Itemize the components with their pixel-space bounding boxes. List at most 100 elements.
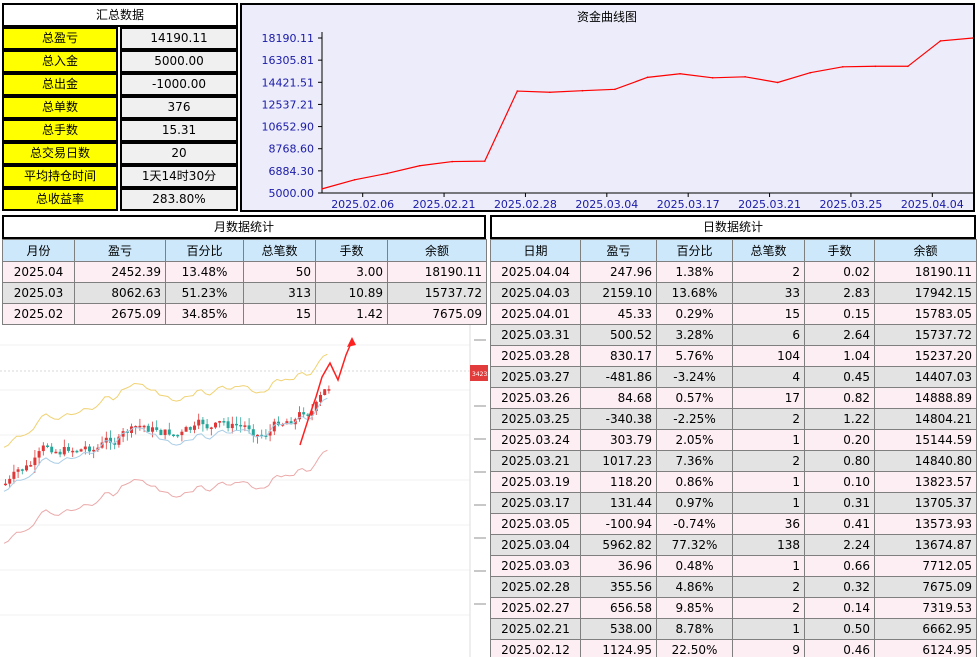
equity-point [418,164,421,167]
table-cell: 2159.10 [580,282,657,304]
summary-value: 15.31 [120,119,238,142]
table-cell: 0.46 [804,639,875,657]
table-cell: 6 [732,324,805,346]
table-row[interactable]: 2025.04 2452.39 13.48% 50 3.00 18190.11 [2,261,487,283]
y-tick-label: 12537.21 [262,98,315,111]
table-row[interactable]: 2025.03 8062.63 51.23% 313 10.89 15737.72 [2,282,487,304]
table-cell: 1 [732,618,805,640]
table-cell: 13.48% [165,261,244,283]
table-cell: 0.15 [804,303,875,325]
y-tick-label: 14421.51 [262,76,315,89]
table-cell: 0.57% [656,387,733,409]
price-axis-tick [474,438,486,440]
table-row[interactable]: 2025.02.28 355.56 4.86% 2 0.32 7675.09 [490,576,977,598]
column-header[interactable]: 手数 [804,239,875,262]
table-row[interactable]: 2025.02.21 538.00 8.78% 1 0.50 6662.95 [490,618,977,640]
summary-label: 平均持仓时间 [2,165,118,188]
candle-body [79,449,83,452]
column-header[interactable]: 百分比 [165,239,244,262]
y-tick-label: 6884.30 [269,165,315,178]
table-row[interactable]: 2025.04.04 247.96 1.38% 2 0.02 18190.11 [490,261,977,283]
table-cell: 131.44 [580,492,657,514]
table-row[interactable]: 2025.03.28 830.17 5.76% 104 1.04 15237.20 [490,345,977,367]
candle-body [88,446,91,452]
table-row[interactable]: 2025.02.12 1124.95 22.50% 9 0.46 6124.95 [490,639,977,657]
table-cell: 18190.11 [387,261,487,283]
table-cell: 2025.03.27 [490,366,581,388]
table-cell: 17942.15 [874,282,977,304]
table-row[interactable]: 2025.03.04 5962.82 77.32% 138 2.24 13674.87 [490,534,977,556]
column-header[interactable]: 盈亏 [74,239,166,262]
table-row[interactable]: 2025.03.17 131.44 0.97% 1 0.31 13705.37 [490,492,977,514]
column-header[interactable]: 手数 [315,239,388,262]
table-cell: 15237.20 [874,345,977,367]
price-axis-tick [474,603,486,605]
candle-body [176,434,180,437]
table-cell: 8.78% [656,618,733,640]
equity-point [549,91,551,94]
equity-curve-svg: 资金曲线图 18190.11 16305.81 14421.51 12537.21 106… [262,9,973,210]
candle-body [12,471,16,479]
candle-body [58,451,62,455]
table-cell: 5962.82 [580,534,657,556]
equity-point [907,65,909,68]
table-row[interactable]: 2025.03.24 303.79 2.05% 1 0.20 15144.59 [490,429,977,451]
column-header[interactable]: 百分比 [656,239,733,262]
table-row[interactable]: 2025.03.27 -481.86 -3.24% 4 0.45 14407.03 [490,366,977,388]
column-header[interactable]: 月份 [2,239,75,262]
summary-value: 20 [120,142,238,165]
table-row[interactable]: 2025.03.25 -340.38 -2.25% 2 1.22 14804.21 [490,408,977,430]
table-cell: 13.68% [656,282,733,304]
table-row[interactable]: 2025.03.03 36.96 0.48% 1 0.66 7712.05 [490,555,977,577]
equity-point [581,89,584,92]
summary-row: 总出金 -1000.00 [2,73,238,96]
table-cell: 17 [732,387,805,409]
column-header[interactable]: 总笔数 [732,239,805,262]
summary-row: 总收益率 283.80% [2,188,238,211]
table-row[interactable]: 2025.03.05 -100.94 -0.74% 36 0.41 13573.93 [490,513,977,535]
table-cell: 2 [732,576,805,598]
table-cell: 0.86% [656,471,733,493]
x-tick-label: 2025.03.21 [738,198,801,210]
equity-point [451,160,453,163]
candle-body [16,469,20,472]
column-header[interactable]: 余额 [387,239,487,262]
candle-body [188,427,192,430]
table-cell: 2025.03.28 [490,345,581,367]
candle-body [20,469,24,471]
table-row[interactable]: 2025.03.19 118.20 0.86% 1 0.10 13823.57 [490,471,977,493]
table-cell: 2025.02.21 [490,618,581,640]
candle-body [209,427,213,429]
column-header[interactable]: 日期 [490,239,581,262]
column-header[interactable]: 余额 [874,239,977,262]
table-row[interactable]: 2025.02.27 656.58 9.85% 2 0.14 7319.53 [490,597,977,619]
table-cell: 7712.05 [874,555,977,577]
table-cell: 34.85% [165,303,244,325]
price-axis-tick [474,504,486,506]
table-row[interactable]: 2025.03.31 500.52 3.28% 6 2.64 15737.72 [490,324,977,346]
table-cell: 138 [732,534,805,556]
summary-row: 总交易日数 20 [2,142,238,165]
table-row[interactable]: 2025.02 2675.09 34.85% 15 1.42 7675.09 [2,303,487,325]
table-cell: 2025.02.12 [490,639,581,657]
equity-point [321,188,323,190]
column-header[interactable]: 盈亏 [580,239,657,262]
summary-row: 总盈亏 14190.11 [2,27,238,50]
candle-body [226,421,230,429]
candle-body [50,446,54,453]
table-cell: 0.29% [656,303,733,325]
table-row[interactable]: 2025.03.21 1017.23 7.36% 2 0.80 14840.80 [490,450,977,472]
table-cell: 2025.04.04 [490,261,581,283]
table-row[interactable]: 2025.03.26 84.68 0.57% 17 0.82 14888.89 [490,387,977,409]
column-header[interactable]: 总笔数 [243,239,316,262]
candle-body [302,412,306,415]
candle-body [142,425,146,428]
table-cell: 15144.59 [874,429,977,451]
x-tick-label: 2025.03.17 [657,198,720,210]
table-cell: 6662.95 [874,618,977,640]
summary-value: 376 [120,96,238,119]
summary-value: 283.80% [120,188,238,211]
table-row[interactable]: 2025.04.01 45.33 0.29% 15 0.15 15783.05 [490,303,977,325]
candle-body [327,389,331,391]
table-row[interactable]: 2025.04.03 2159.10 13.68% 33 2.83 17942.15 [490,282,977,304]
